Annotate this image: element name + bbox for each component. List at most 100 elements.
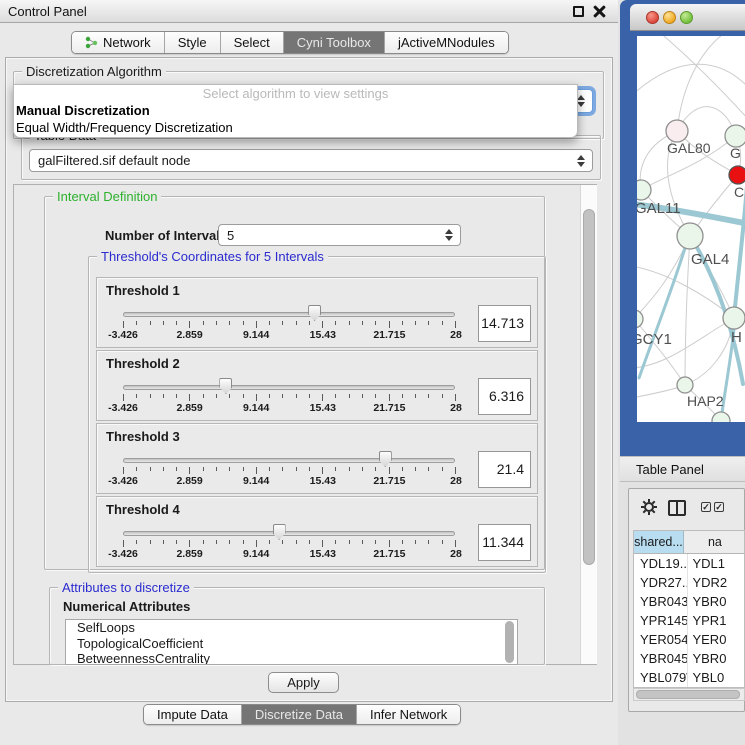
slider-ticks	[123, 394, 456, 402]
slider-track[interactable]	[123, 458, 455, 463]
cell-shared-name: YBR045C	[634, 649, 688, 668]
list-scrollbar-thumb[interactable]	[505, 621, 514, 663]
network-node-hap2[interactable]	[677, 377, 693, 393]
numerical-attributes-label: Numerical Attributes	[63, 599, 190, 614]
attribute-list-item[interactable]: TopologicalCoefficient	[66, 636, 517, 652]
checkbox-icon[interactable]: ✓	[701, 502, 711, 512]
vertical-scrollbar-thumb[interactable]	[583, 209, 595, 565]
network-node-gal80[interactable]	[666, 120, 688, 142]
tick-label: 15.43	[293, 548, 353, 560]
slider-track[interactable]	[123, 312, 455, 317]
tab-label: Cyni Toolbox	[297, 32, 371, 53]
table-row[interactable]: YBL079WYBL0	[634, 668, 744, 687]
minimize-traffic-light[interactable]	[663, 11, 676, 24]
network-node-gcy1[interactable]	[637, 310, 643, 328]
checkbox-icon[interactable]: ✓	[714, 502, 724, 512]
tick-label: 15.43	[293, 475, 353, 487]
algorithm-option[interactable]: Equal Width/Frequency Discretization	[14, 119, 577, 136]
window-title: Control Panel	[8, 0, 87, 23]
slider-track[interactable]	[123, 385, 455, 390]
tick-label: 28	[426, 402, 486, 414]
threshold-panel: Threshold 3-3.4262.8599.14415.4321.71528…	[96, 423, 538, 494]
tick-label: 28	[426, 548, 486, 560]
attribute-list-item[interactable]: BetweennessCentrality	[66, 651, 517, 665]
tab-label: Discretize Data	[255, 705, 343, 724]
slider-ticks	[123, 540, 456, 548]
network-node-gal4[interactable]	[677, 223, 703, 249]
cell-shared-name: YDR27...	[634, 573, 688, 592]
table-hscroll-thumb[interactable]	[636, 690, 740, 699]
tab-network[interactable]: Network	[72, 32, 165, 53]
split-view-icon[interactable]	[668, 500, 686, 516]
close-icon[interactable]	[593, 5, 606, 18]
node-table: shared... na YDL19...YDL1YDR27...YDR2YBR…	[633, 530, 745, 688]
tick-label: 28	[426, 475, 486, 487]
combo-stepper-icon	[445, 229, 453, 241]
tab-cyni-toolbox[interactable]: Cyni Toolbox	[284, 32, 385, 53]
threshold-panel: Threshold 4-3.4262.8599.14415.4321.71528…	[96, 496, 538, 567]
network-canvas[interactable]: GAL80GCGAL11GAL4GCY1HHAP2	[637, 36, 745, 422]
threshold-value-field[interactable]: 6.316	[478, 378, 531, 415]
cell-name: YBL0	[688, 668, 744, 687]
apply-button[interactable]: Apply	[268, 672, 339, 693]
tab-style[interactable]: Style	[165, 32, 221, 53]
cell-shared-name: YDL19...	[634, 554, 688, 573]
threshold-value-field[interactable]: 11.344	[478, 524, 531, 561]
algorithm-option[interactable]: Manual Discretization	[14, 102, 577, 119]
column-header-shared-name[interactable]: shared...	[634, 531, 684, 553]
table-panel-window: ✓ ✓ shared... na YDL19...YDL1YDR27...YDR…	[628, 488, 745, 712]
threshold-panel: Threshold 1-3.4262.8599.14415.4321.71528…	[96, 277, 538, 348]
zoom-traffic-light[interactable]	[680, 11, 693, 24]
tab-label: jActiveMNodules	[398, 32, 495, 53]
slider-tick-labels: -3.4262.8599.14415.4321.71528	[123, 548, 456, 560]
table-row[interactable]: YER054CYER0	[634, 630, 744, 649]
attribute-list-item[interactable]: SelfLoops	[66, 620, 517, 636]
threshold-value-field[interactable]: 14.713	[478, 305, 531, 342]
network-node-g[interactable]	[725, 125, 745, 147]
network-node-gal11[interactable]	[637, 180, 651, 200]
slider-thumb[interactable]	[273, 524, 286, 540]
table-row[interactable]: YDL19...YDL1	[634, 554, 744, 573]
table-row[interactable]: YDR27...YDR2	[634, 573, 744, 592]
table-header-row: shared... na	[634, 531, 744, 554]
settings-scroll-area: Interval Definition Number of Intervals …	[13, 184, 597, 665]
numerical-attributes-list[interactable]: SelfLoopsTopologicalCoefficientBetweenne…	[65, 619, 518, 665]
tab-impute-data[interactable]: Impute Data	[144, 705, 242, 724]
table-row[interactable]: YBR043CYBR0	[634, 592, 744, 611]
tick-label: 2.859	[160, 329, 220, 341]
cell-shared-name: YBL079W	[634, 668, 688, 687]
slider-thumb[interactable]	[219, 378, 232, 394]
slider-thumb[interactable]	[308, 305, 321, 321]
table-data-combobox[interactable]: galFiltered.sif default node	[29, 149, 593, 172]
table-row[interactable]: YPR145WYPR1	[634, 611, 744, 630]
cell-shared-name: YER054C	[634, 630, 688, 649]
tab-discretize-data[interactable]: Discretize Data	[242, 705, 357, 724]
tab-label: Network	[103, 32, 151, 53]
bottom-tab-bar: Impute Data Discretize Data Infer Network	[143, 704, 461, 725]
tick-label: 9.144	[226, 329, 286, 341]
gear-icon[interactable]	[640, 498, 658, 521]
table-row[interactable]: YBR045CYBR0	[634, 649, 744, 668]
tick-label: 2.859	[160, 548, 220, 560]
network-node-h[interactable]	[723, 307, 745, 329]
tab-label: Style	[178, 32, 207, 53]
close-traffic-light[interactable]	[646, 11, 659, 24]
slider-thumb[interactable]	[379, 451, 392, 467]
tick-label: 2.859	[160, 475, 220, 487]
column-header-name[interactable]: na	[684, 531, 744, 553]
number-of-intervals-combobox[interactable]: 5	[218, 224, 461, 246]
tab-infer-network[interactable]: Infer Network	[357, 705, 460, 724]
table-panel-titlebar: Table Panel	[620, 456, 745, 482]
tick-label: 21.715	[359, 475, 419, 487]
table-data-value: galFiltered.sif default node	[30, 150, 592, 171]
vertical-scrollbar[interactable]	[580, 185, 597, 664]
network-node-c[interactable]	[729, 166, 745, 184]
tab-select[interactable]: Select	[221, 32, 284, 53]
table-horizontal-scrollbar[interactable]	[633, 688, 745, 701]
threshold-value-field[interactable]: 21.4	[478, 451, 531, 488]
undock-icon[interactable]	[573, 6, 584, 17]
tick-label: 9.144	[226, 548, 286, 560]
node-label: GAL4	[691, 251, 729, 268]
tab-jactivemnodules[interactable]: jActiveMNodules	[385, 32, 508, 53]
slider-track[interactable]	[123, 531, 455, 536]
